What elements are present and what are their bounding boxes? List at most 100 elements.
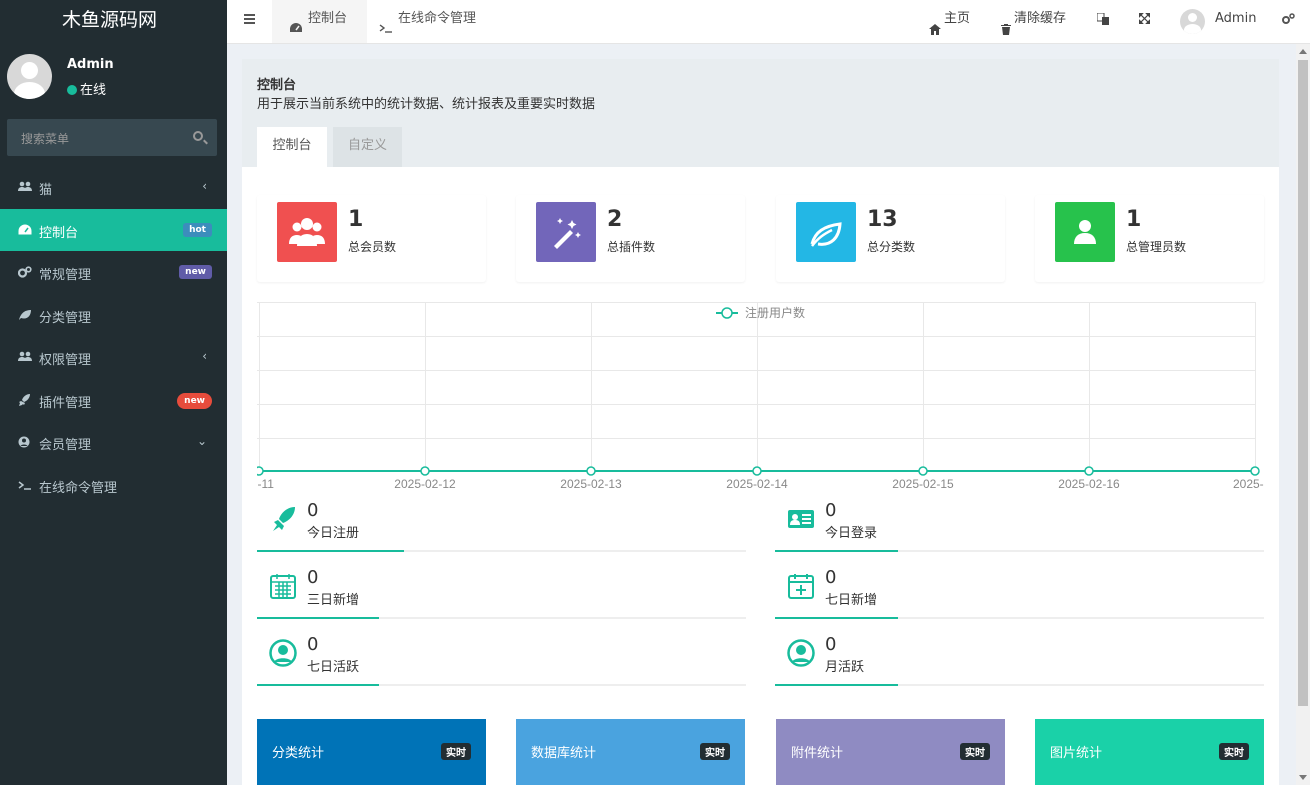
users-icon [277,202,337,262]
calendar-plus-icon [788,574,814,599]
stat-card-addons: 2 总插件数 [516,195,745,282]
fullscreen-icon[interactable] [1139,0,1153,43]
sidebar-item-label: 猫 [39,183,53,198]
stat-card-categories: 13 总分类数 [776,195,1005,282]
mini-stat-value: 0 [307,634,319,655]
avatar [7,54,52,99]
terminal-icon [379,12,393,50]
page-title: 控制台 [257,78,297,93]
search-icon[interactable] [193,131,203,141]
mini-stat-monthly-active: 0 月活跃 [775,634,1264,686]
user-circle-icon [269,639,297,667]
stat-value: 13 [867,207,898,232]
stat-label: 总管理员数 [1126,240,1187,254]
sidebar-item-cat[interactable]: 猫 ‹ [0,166,227,209]
sidebar-item-command[interactable]: 在线命令管理 [0,464,227,507]
realtime-tag: 实时 [1219,743,1249,760]
language-icon[interactable] [1097,0,1111,43]
rocket-icon [273,507,295,531]
sidebar-item-label: 会员管理 [39,438,92,453]
mini-stat-underline [257,684,379,686]
scroll-up-icon[interactable] [1299,49,1307,54]
app-logo[interactable]: 木鱼源码网 [0,0,227,41]
chevron-left-icon: ‹ [202,179,207,193]
chart-x-tick-label: 2025-02 [1233,477,1264,491]
sidebar-item-label: 插件管理 [39,395,92,411]
card-attachment-stats: 附件统计 实时 [776,719,1005,785]
search-placeholder: 搜索菜单 [21,132,70,146]
user-status: 在线 [67,79,106,98]
stat-label: 总插件数 [607,240,656,254]
calendar-icon [270,574,296,599]
mini-stat-underline [257,617,379,619]
mini-stat-value: 0 [307,567,319,588]
mini-stat-value: 0 [825,500,837,521]
page-description: 用于展示当前系统中的统计数据、统计报表及重要实时数据 [257,97,596,112]
settings-cogs-icon[interactable] [1282,0,1296,43]
clear-cache-label: 清除缓存 [1014,11,1067,26]
chevron-down-icon: ⌄ [196,434,207,448]
tab-custom[interactable]: 自定义 [333,127,402,167]
online-dot-icon [67,85,77,95]
chart-data-point [1250,466,1260,476]
terminal-icon [18,479,32,491]
sidebar-search-input[interactable]: 搜索菜单 [7,119,217,156]
register-line-chart: 02-11 2025-02-12 2025-02-13 2025-02-14 2025-… [257,302,1264,491]
chart-data-point [420,466,430,476]
sidebar-item-label: 在线命令管理 [39,480,118,496]
chart-data-point [752,466,762,476]
magic-icon [536,202,596,262]
tab-dashboard-panel[interactable]: 控制台 [257,127,327,167]
mini-stat-label: 今日登录 [825,526,878,541]
sidebar-item-label: 控制台 [39,225,79,241]
status-text: 在线 [80,83,107,98]
tab-command[interactable]: 在线命令管理 [367,0,492,43]
header-avatar[interactable] [1180,9,1205,34]
dashboard-icon [289,12,303,50]
mini-stat-label: 月活跃 [825,660,865,675]
sidebar-item-addons[interactable]: 插件管理 new [0,379,227,422]
sidebar: 木鱼源码网 Admin 在线 搜索菜单 猫 ‹ 控制台 hot 常规管理 new… [0,0,227,785]
tab-dashboard[interactable]: 控制台 [272,0,367,43]
sidebar-item-dashboard[interactable]: 控制台 hot [0,208,227,251]
page-scrollbar[interactable] [1296,44,1310,785]
mini-stat-today-register: 0 今日注册 [257,500,746,552]
sidebar-item-label: 常规管理 [39,268,92,283]
mini-stat-today-login: 0 今日登录 [775,500,1264,552]
chart-x-tick-label: 2025-02-15 [892,477,954,491]
mini-stat-seven-day-new: 0 七日新增 [775,567,1264,619]
user-icon [1055,202,1115,262]
chart-legend-marker [721,307,733,319]
chevron-left-icon: ‹ [202,349,207,363]
header-user-name[interactable]: Admin [1215,0,1256,43]
mini-stat-underline [775,617,898,619]
realtime-tag: 实时 [700,743,730,760]
sidebar-item-general[interactable]: 常规管理 new [0,251,227,294]
sidebar-toggle-icon[interactable] [244,14,255,26]
vcard-icon [788,510,814,528]
leaf-icon [796,202,856,262]
chart-data-point [1084,466,1094,476]
mini-stat-label: 三日新增 [307,593,360,608]
card-image-stats: 图片统计 实时 [1035,719,1264,785]
cogs-icon [17,266,32,278]
scrollbar-thumb[interactable] [1298,60,1308,706]
chart-data-point [586,466,596,476]
sidebar-item-members[interactable]: 会员管理 ⌄ [0,421,227,464]
user-circle-icon [18,436,32,448]
stat-label: 总会员数 [348,240,397,254]
mini-stat-label: 今日注册 [307,526,360,541]
card-database-stats: 数据库统计 实时 [516,719,745,785]
sidebar-item-category[interactable]: 分类管理 [0,294,227,337]
new-badge: new [177,392,212,409]
scroll-down-icon[interactable] [1299,775,1307,780]
hot-badge: hot [183,222,212,237]
stat-value: 2 [607,207,623,232]
stat-card-admins: 1 总管理员数 [1035,195,1264,282]
users-icon [18,351,32,363]
sidebar-item-auth[interactable]: 权限管理 ‹ [0,336,227,379]
dashboard-icon [18,223,32,236]
mini-stat-value: 0 [825,567,837,588]
chart-x-tick-label: 2025-02-12 [394,477,456,491]
top-navbar: 控制台 在线命令管理 主页 清除缓存 Admin [227,0,1310,44]
